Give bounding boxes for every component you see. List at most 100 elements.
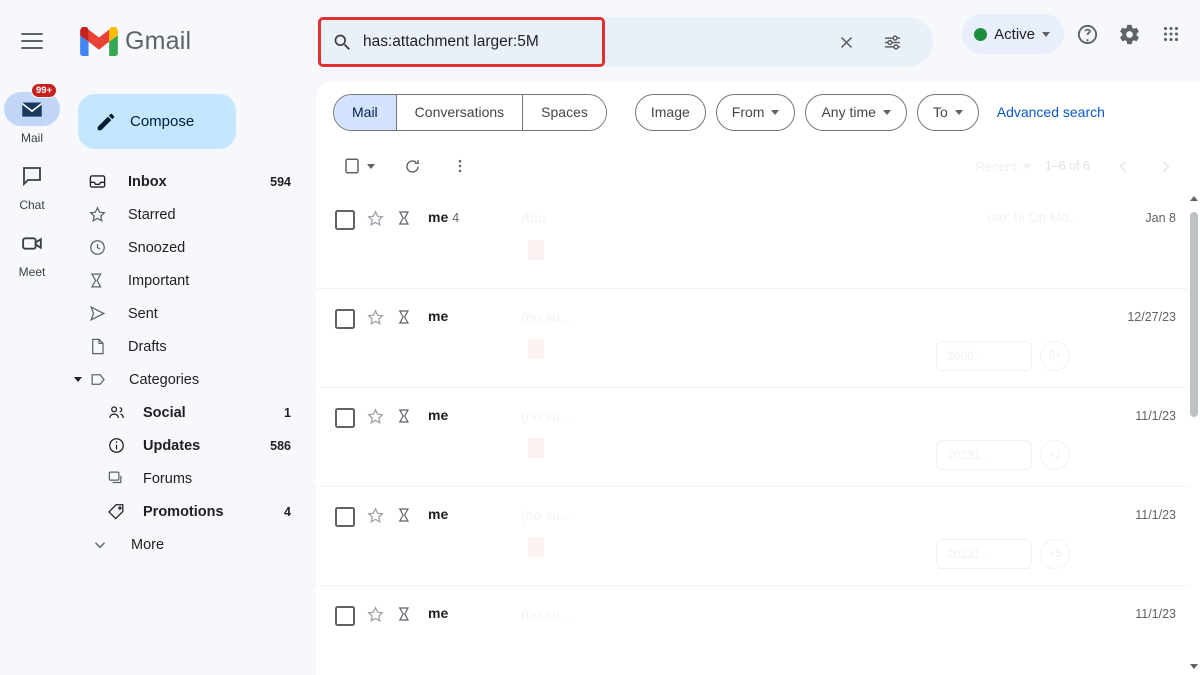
sidebar-label-important: Important	[128, 272, 190, 289]
rail-item-chat[interactable]: Chat	[0, 159, 64, 212]
table-row[interactable]: me (no su... 20231... +5 11/1/23	[316, 487, 1200, 586]
row-attachments[interactable]: 20231... +1	[936, 440, 1070, 470]
rail-item-mail[interactable]: 99+ Mail	[0, 83, 64, 145]
sort-selector[interactable]: Recent	[976, 159, 1031, 174]
sidebar-item-inbox[interactable]: Inbox 594	[64, 165, 302, 198]
sidebar-item-important[interactable]: Important	[64, 264, 302, 297]
search-icon[interactable]	[321, 32, 363, 53]
row-attachment-thumb	[528, 240, 544, 260]
apps-grid-icon[interactable]	[1152, 15, 1190, 53]
attachment-more-badge[interactable]: +1	[1040, 440, 1070, 470]
row-attachment-thumb	[528, 339, 544, 359]
list-toolbar: Recent 1–6 of 6	[316, 142, 1200, 190]
search-options-icon[interactable]	[873, 23, 911, 61]
important-label-icon[interactable]	[396, 506, 414, 529]
chip-image[interactable]: Image	[634, 93, 706, 131]
sidebar-item-categories[interactable]: Categories	[64, 363, 302, 396]
important-label-icon[interactable]	[396, 308, 414, 331]
forum-icon	[107, 469, 129, 488]
table-row[interactable]: me (no su... 20231... +1 11/1/23	[316, 388, 1200, 487]
attachment-chip[interactable]: 20231...	[936, 539, 1032, 569]
attachment-more-badge[interactable]: 9+	[1040, 341, 1070, 371]
info-circle-icon	[107, 436, 129, 455]
important-label-icon[interactable]	[396, 407, 414, 430]
rail-label-mail: Mail	[20, 131, 43, 145]
star-icon[interactable]	[366, 209, 385, 233]
sidebar-item-snoozed[interactable]: Snoozed	[64, 231, 302, 264]
scroll-up-icon[interactable]	[1190, 196, 1198, 201]
help-circle-icon[interactable]	[1068, 15, 1106, 53]
sidebar-label-starred: Starred	[128, 206, 176, 223]
sidebar-item-drafts[interactable]: Drafts	[64, 330, 302, 363]
attachment-more-badge[interactable]: +5	[1040, 539, 1070, 569]
star-icon[interactable]	[366, 605, 385, 629]
row-subject: (no su...	[521, 507, 572, 523]
attachment-chip[interactable]: 20231...	[936, 440, 1032, 470]
rail-item-meet[interactable]: Meet	[0, 226, 64, 279]
compose-label: Compose	[130, 113, 195, 130]
star-icon[interactable]	[366, 308, 385, 332]
table-row[interactable]: me (no su... 11/1/23	[316, 586, 1200, 675]
status-label: Active	[994, 25, 1035, 43]
segment-spaces[interactable]: Spaces	[523, 94, 606, 130]
sidebar-item-more[interactable]: More	[64, 528, 302, 561]
advanced-search-link[interactable]: Advanced search	[997, 104, 1105, 120]
search-scope-segmented: Mail Conversations Spaces	[333, 93, 607, 131]
scroll-down-icon[interactable]	[1190, 664, 1198, 669]
status-badge[interactable]: Active	[962, 14, 1064, 54]
rail-label-meet: Meet	[18, 265, 46, 279]
star-icon[interactable]	[366, 407, 385, 431]
table-row[interactable]: me (no su... 2000... 9+ 12/27/23	[316, 289, 1200, 388]
chevron-right-icon[interactable]	[1146, 147, 1184, 185]
row-attachments[interactable]: 20231... +5	[936, 539, 1070, 569]
chip-from[interactable]: From	[715, 93, 796, 131]
sidebar-item-updates[interactable]: Updates 586	[64, 429, 302, 462]
sidebar-item-social[interactable]: Social 1	[64, 396, 302, 429]
list-scrollbar[interactable]	[1188, 190, 1200, 675]
row-attachments[interactable]: 2000... 9+	[936, 341, 1070, 371]
clock-icon	[88, 238, 110, 257]
search-bar[interactable]	[321, 20, 602, 64]
search-bar-tail	[605, 17, 933, 67]
row-checkbox[interactable]	[335, 507, 355, 527]
row-checkbox[interactable]	[335, 606, 355, 626]
inbox-icon	[88, 172, 110, 191]
attachment-chip[interactable]: 2000...	[936, 341, 1032, 371]
chevron-left-icon[interactable]	[1104, 147, 1142, 185]
refresh-icon[interactable]	[393, 147, 431, 185]
app-header: Gmail has:attachment larger:5M Active	[0, 0, 1200, 82]
chip-any-time[interactable]: Any time	[805, 93, 907, 131]
row-date: 12/27/23	[1127, 310, 1176, 324]
compose-button[interactable]: Compose	[78, 94, 236, 149]
table-row[interactable]: me 4 Atta ote: hi On Mo... Jan 8	[316, 190, 1200, 289]
search-input[interactable]	[363, 33, 588, 51]
select-all-checkbox[interactable]	[333, 147, 371, 185]
gear-icon[interactable]	[1110, 15, 1148, 53]
gmail-logo[interactable]: Gmail	[80, 26, 191, 56]
chip-label-image: Image	[650, 104, 690, 120]
chip-label-from: From	[731, 104, 765, 120]
hamburger-menu-icon[interactable]	[8, 17, 56, 65]
sidebar-item-promotions[interactable]: Promotions 4	[64, 495, 302, 528]
close-icon[interactable]	[827, 23, 865, 61]
star-icon[interactable]	[366, 506, 385, 530]
row-sender: me	[428, 506, 452, 522]
sidebar-item-sent[interactable]: Sent	[64, 297, 302, 330]
chip-to[interactable]: To	[916, 93, 979, 131]
row-checkbox[interactable]	[335, 210, 355, 230]
segment-conversations[interactable]: Conversations	[396, 94, 524, 130]
sidebar-item-starred[interactable]: Starred	[64, 198, 302, 231]
important-label-icon[interactable]	[396, 605, 414, 628]
mail-unread-badge: 99+	[31, 83, 58, 99]
row-checkbox[interactable]	[335, 408, 355, 428]
scrollbar-thumb[interactable]	[1190, 212, 1198, 417]
more-vertical-icon[interactable]	[441, 147, 479, 185]
row-checkbox[interactable]	[335, 309, 355, 329]
segment-mail[interactable]: Mail	[334, 94, 397, 130]
important-label-icon[interactable]	[396, 209, 414, 232]
app-rail: 99+ Mail Chat Meet	[0, 82, 64, 675]
sidebar-item-forums[interactable]: Forums	[64, 462, 302, 495]
row-subject: (no su...	[521, 606, 572, 622]
gmail-m-icon	[80, 26, 118, 56]
caret-down-icon[interactable]	[367, 163, 375, 169]
